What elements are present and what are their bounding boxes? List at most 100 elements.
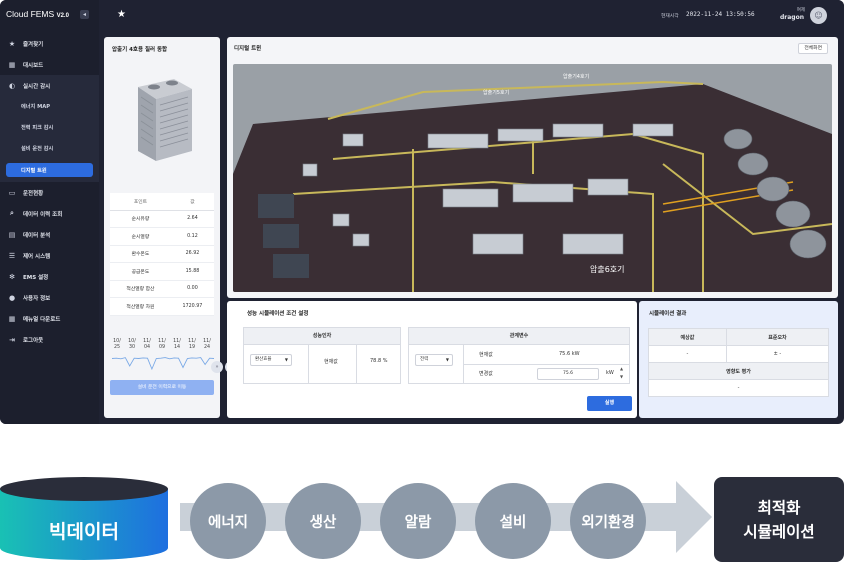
trend-x-tick: 11/14 [173,339,181,350]
optimization-simulation-box: 최적화 시뮬레이션 [714,477,844,562]
table-row: 공급온도 15.88 [110,262,214,281]
sidebar-item-label: 데이터 이력 조회 [23,211,63,218]
result-header-expected: 예상값 [648,328,727,346]
result-header-std-error: 표준오차 [725,328,830,346]
sidebar-item-label: 사용자 정보 [23,295,51,302]
sidebar-item-operation[interactable]: ▭ 운전현황 [0,182,99,203]
collapse-icon[interactable]: ◂ [80,10,89,19]
trend-line [112,357,214,371]
result-title: 시뮬레이션 결과 [649,311,687,317]
node-energy: 에너지 [190,483,266,559]
trend-x-tick: 11/09 [158,339,166,350]
sidebar-sub-equipment[interactable]: 설비 운전 감시 [0,138,99,159]
table-row: 순시열량 0.12 [110,227,214,246]
current-time-label: 현재시각 [661,14,679,19]
perf-current-value: 78.8 % [370,358,388,364]
avatar[interactable]: ☺ [810,7,827,24]
sidebar-item-label: 메뉴얼 다운로드 [23,316,61,323]
sidebar: Cloud FEMS V2.0 ◂ ★ 즐겨찾기 ▦ 대시보드 ◐ 실시간 감시 에너… [0,0,99,424]
var-current-label: 현재값 [479,352,493,358]
sidebar-item-label: 실시간 감시 [23,83,51,90]
sidebar-sub-active-wrap: 디지털 트윈 [0,159,99,182]
table-header: 값 [170,193,214,211]
dropdown-arrow-icon: ▼ [445,357,449,362]
sidebar-sub-energy-map[interactable]: 에너지 MAP [0,96,99,117]
equipment-panel: 압출기 4호용 칠러 동합 포인트 값 순시유량 2.64 순시열량 0.12 … [104,37,220,418]
manual-icon: ▦ [8,314,16,323]
point-name: 적산열량 차원 [110,297,171,316]
sidebar-sub-label: 에너지 MAP [21,104,51,110]
related-variable-box: 관계변수 전력 ▼ 현재값 75.6 kW 변경값 75.6 kW ▲ ▼ [408,327,630,384]
result-eval-value: - [648,379,829,397]
sidebar-sub-digital-twin[interactable]: 디지털 트윈 [6,163,93,177]
trend-x-tick: 10/30 [128,339,136,350]
fullscreen-button[interactable]: 전체화면 [798,43,828,54]
change-value-unit: kW [606,370,614,376]
result-table: 예상값 표준오차 - ± - 영향도 평가 - [648,328,830,397]
performance-factor-box: 성능인자 환산효율 ▼ 현재값 78.8 % [243,327,401,384]
chiller-image [138,79,192,161]
brand-name: Cloud FEMS [6,9,55,19]
result-expected-value: - [648,345,727,363]
sidebar-item-favorites[interactable]: ★ 즐겨찾기 [0,33,99,54]
table-header: 포인트 [110,193,171,211]
factory-3d-scene[interactable]: 압출6호기 압출기4호기 압출기5호기 [233,64,832,292]
point-name: 공급온도 [110,262,171,281]
optimization-line1: 최적화 [757,498,801,517]
simulation-condition-panel: 성능 시뮬레이션 조건 설정 성능인자 환산효율 ▼ 현재값 78.8 % 관계변… [227,301,637,418]
star-icon: ★ [8,39,16,48]
optimization-line2: 시뮬레이션 [743,522,815,541]
trend-x-tick: 10/25 [113,339,121,350]
stepper-up-icon[interactable]: ▲ [620,366,623,371]
current-time-value: 2022-11-24 13:50:56 [686,11,755,18]
sidebar-sub-label: 설비 운전 감시 [21,146,54,152]
point-name: 환수온도 [110,245,171,263]
sidebar-item-manual[interactable]: ▦ 메뉴얼 다운로드 [0,308,99,329]
point-value: 0.00 [170,280,214,298]
point-name: 순시유량 [110,210,171,228]
sidebar-item-label: 제어 시스템 [23,253,51,260]
gear-icon: ✻ [9,272,15,281]
point-value: 0.12 [170,227,214,246]
expand-right-icon[interactable]: » [211,361,223,373]
sidebar-item-label: 데이터 분석 [23,232,51,239]
scene-label-extruder4: 압출기4호기 [563,73,589,80]
sidebar-item-ems-settings[interactable]: ✻ EMS 설정 [0,266,99,287]
sidebar-sub-peak[interactable]: 전력 피크 감시 [0,117,99,138]
run-button[interactable]: 실행 [587,396,632,411]
change-value-input[interactable]: 75.6 [537,368,599,380]
divider [356,345,357,383]
sidebar-item-label: 즐겨찾기 [23,41,44,48]
user-name: dragon [780,14,804,21]
select-value: 전력 [420,357,429,362]
trend-x-tick: 11/19 [188,339,196,350]
point-value: 26.92 [170,245,214,263]
node-alarm: 알람 [380,483,456,559]
trend-x-tick: 11/04 [143,339,151,350]
sidebar-item-analysis[interactable]: ▤ 데이터 분석 [0,224,99,245]
sidebar-item-dashboard[interactable]: ▦ 대시보드 [0,54,99,75]
sidebar-item-control[interactable]: ☰ 제어 시스템 [0,245,99,266]
stepper-down-icon[interactable]: ▼ [620,374,623,379]
sidebar-sub-label: 전력 피크 감시 [21,125,54,131]
monitor-icon: ◐ [8,81,16,90]
sidebar-item-history[interactable]: ⌕ 데이터 이력 조회 [0,203,99,224]
go-to-history-button[interactable]: 설비 운전 이력으로 이동 [110,380,214,395]
related-variable-select[interactable]: 전력 ▼ [415,354,453,366]
performance-factor-select[interactable]: 환산효율 ▼ [250,354,292,366]
favorite-star-icon[interactable]: ★ [117,9,126,20]
scene-label-extruder6: 압출6호기 [590,264,625,274]
digital-twin-panel: 디지털 트윈 전체화면 압출6호기 압출기4호기 압출기5호기 [227,37,838,298]
select-value: 환산효율 [255,357,272,362]
point-value: 2.64 [170,210,214,228]
scene-label-extruder5: 압출기5호기 [483,89,509,96]
analysis-icon: ▤ [8,230,16,239]
point-name: 적산열량 합산 [110,280,171,298]
control-icon: ☰ [8,251,16,260]
sidebar-item-logout[interactable]: ⇥ 로그아웃 [0,329,99,350]
sidebar-item-label: 운전현황 [23,190,44,197]
sidebar-item-realtime[interactable]: ◐ 실시간 감시 [0,75,99,96]
sidebar-item-user-info[interactable]: ● 사용자 정보 [0,287,99,308]
sidebar-item-label: 로그아웃 [23,337,44,344]
user-icon: ● [8,293,16,302]
